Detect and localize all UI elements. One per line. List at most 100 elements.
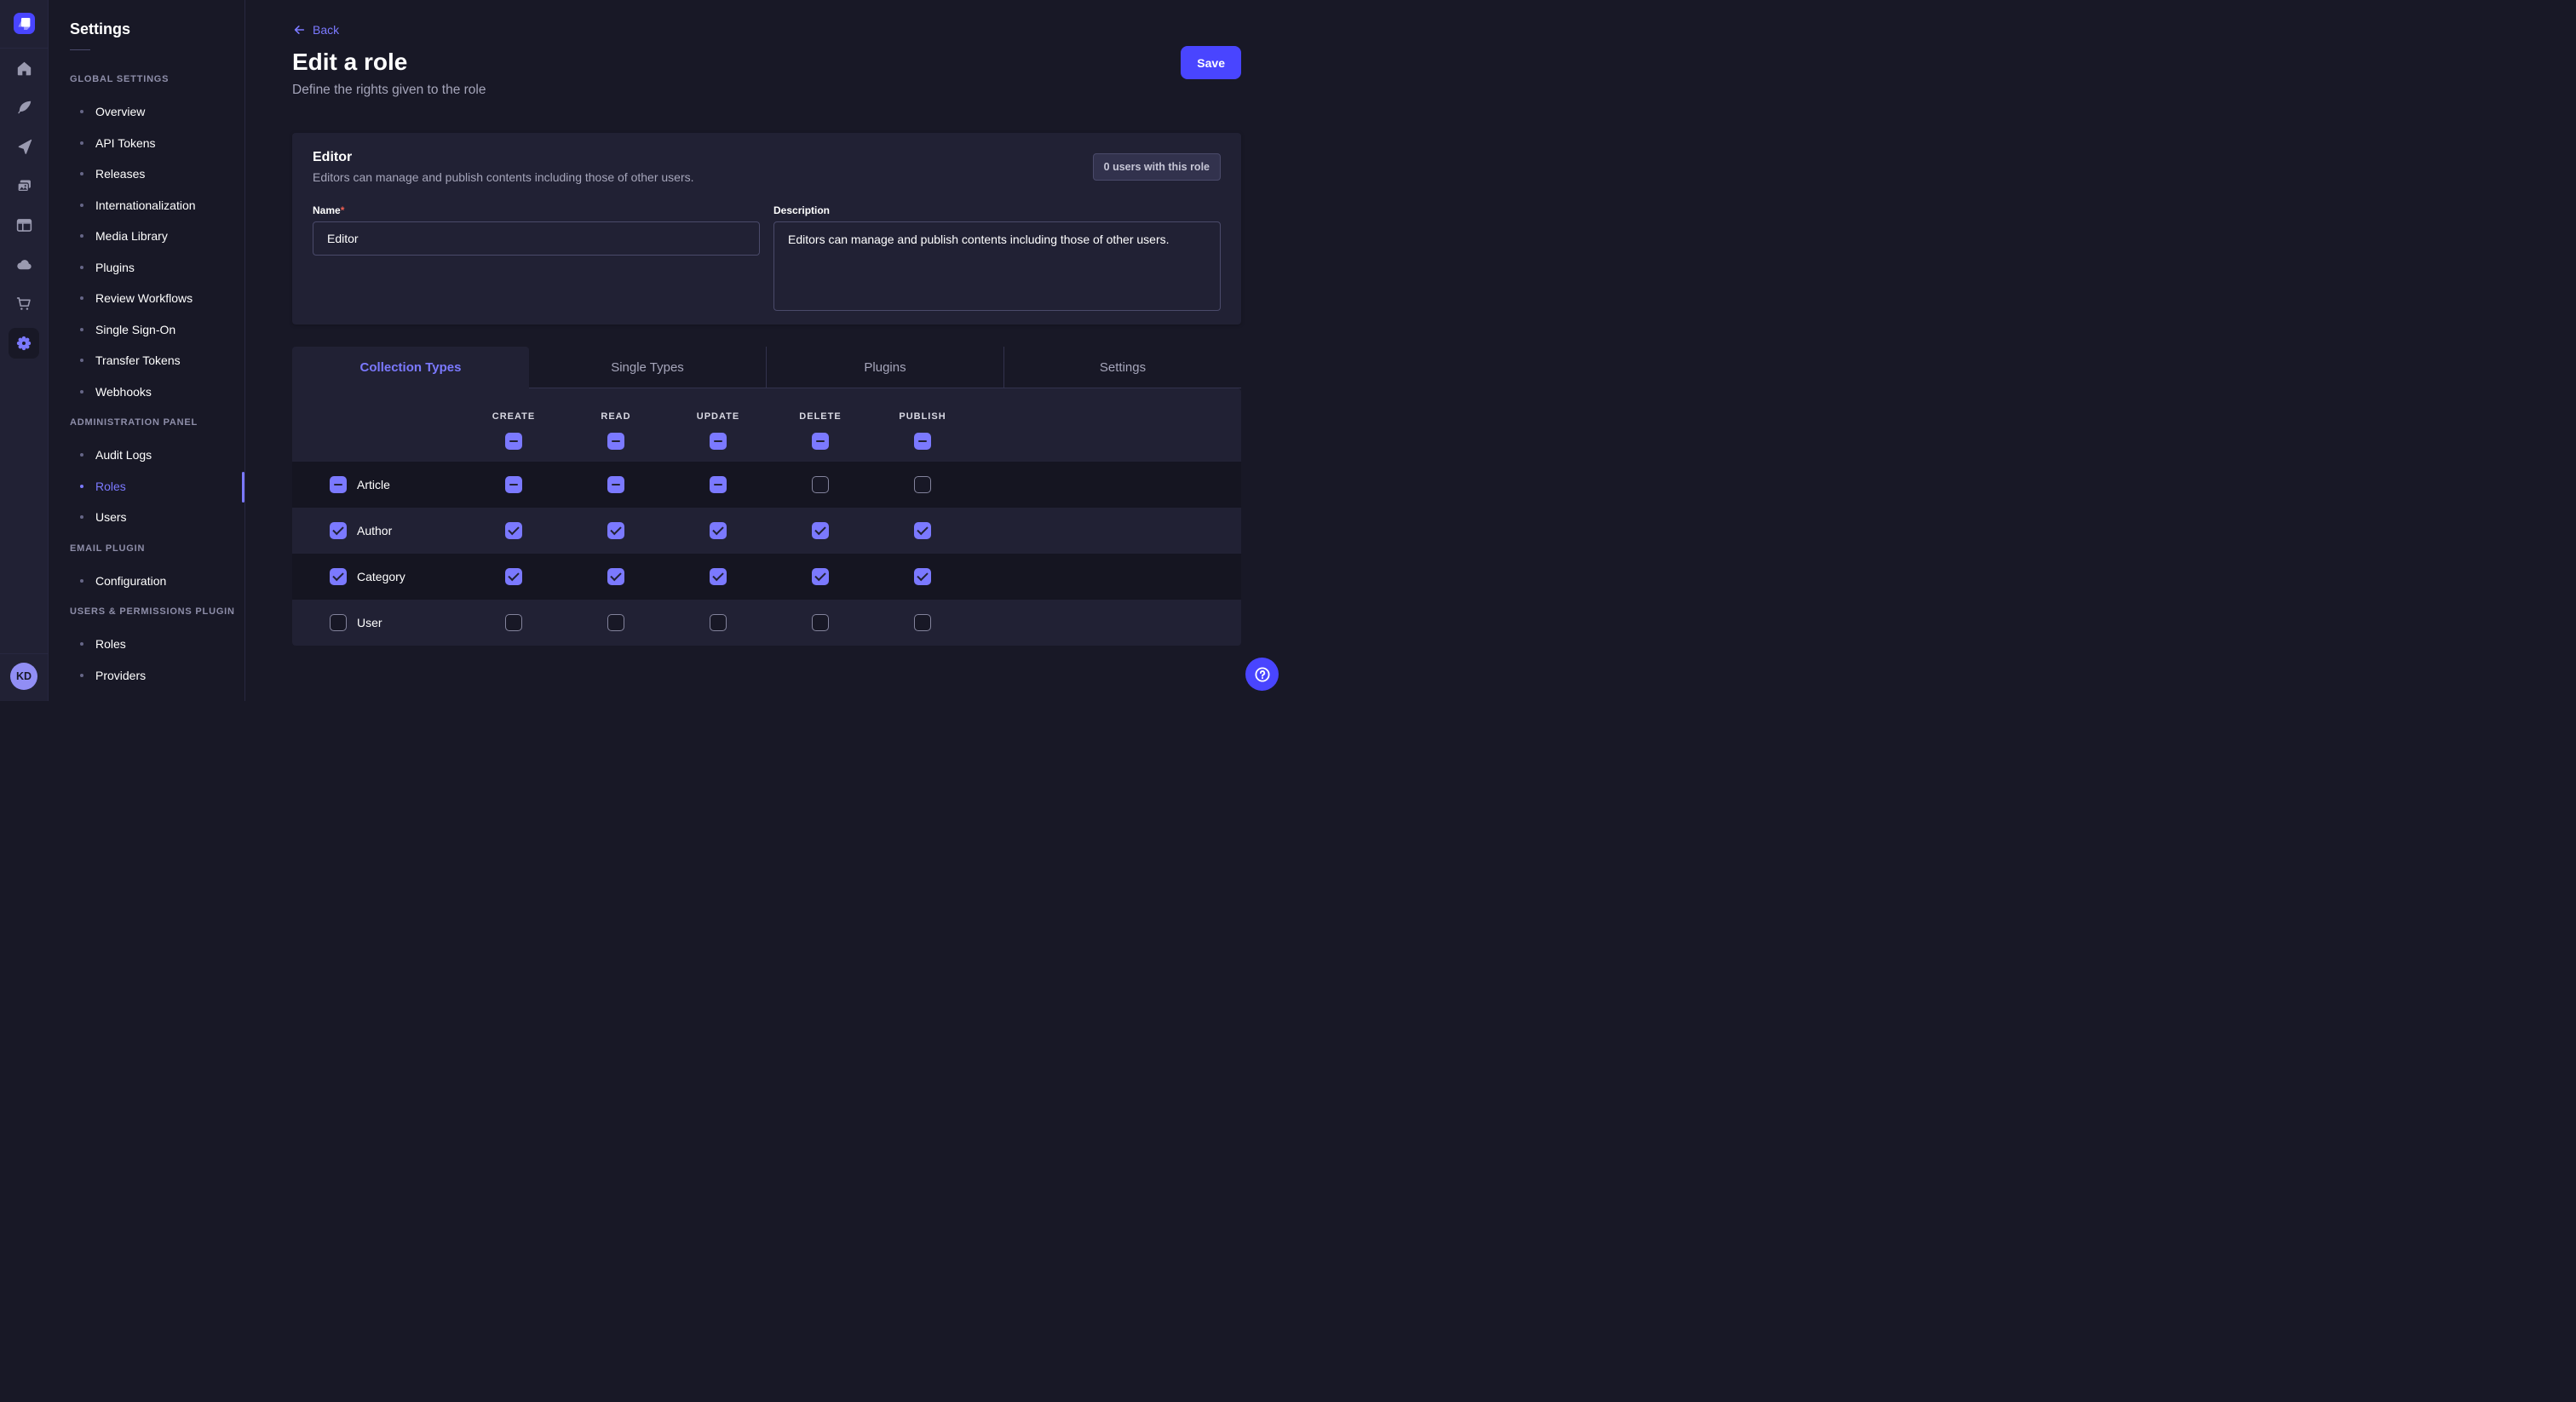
strapi-logo-icon [14, 13, 35, 34]
row-header: Category [292, 568, 463, 585]
sidebar-item-review-workflows[interactable]: Review Workflows [70, 283, 244, 314]
sidebar-item-releases[interactable]: Releases [70, 158, 244, 190]
save-button[interactable]: Save [1181, 46, 1241, 79]
feather-icon[interactable] [9, 88, 39, 127]
sidebar-item-media-library[interactable]: Media Library [70, 221, 244, 252]
active-item-indicator [242, 472, 244, 503]
layout-icon[interactable] [9, 205, 39, 244]
home-icon[interactable] [9, 49, 39, 88]
nav-bottom: KD [0, 653, 48, 701]
checkbox-article-publish[interactable] [914, 476, 931, 493]
name-input[interactable] [313, 221, 760, 256]
sidebar-item-audit-logs[interactable]: Audit Logs [70, 440, 244, 471]
sidebar-item-transfer-tokens[interactable]: Transfer Tokens [70, 345, 244, 376]
row-label: Category [357, 570, 405, 583]
spacer [292, 411, 463, 422]
help-icon [1253, 665, 1272, 684]
checkbox-author-publish[interactable] [914, 522, 931, 539]
select-row-author-checkbox[interactable] [330, 522, 347, 539]
row-label: Author [357, 524, 392, 537]
sidebar-item-webhooks[interactable]: Webhooks [70, 376, 244, 408]
select-row-category-checkbox[interactable] [330, 568, 347, 585]
checkbox-cell [463, 568, 565, 585]
select-all-create-checkbox[interactable] [505, 433, 522, 450]
sidebar-item-users[interactable]: Users [70, 502, 244, 533]
divider [0, 653, 49, 654]
checkbox-category-delete[interactable] [812, 568, 829, 585]
help-button[interactable] [1245, 658, 1279, 691]
checkbox-category-publish[interactable] [914, 568, 931, 585]
checkbox-user-read[interactable] [607, 614, 624, 631]
subnav-title: Settings [70, 20, 244, 38]
permissions-tabs: Collection TypesSingle TypesPluginsSetti… [292, 347, 1241, 388]
strapi-logo[interactable] [14, 13, 35, 34]
sidebar-item-providers[interactable]: Providers [70, 660, 244, 692]
checkbox-author-update[interactable] [710, 522, 727, 539]
marketplace-cart-icon[interactable] [9, 284, 39, 323]
checkbox-cell [667, 476, 769, 493]
sidebar-item-api-tokens[interactable]: API Tokens [70, 128, 244, 159]
sidebar-item-overview[interactable]: Overview [70, 96, 244, 128]
select-row-article-checkbox[interactable] [330, 476, 347, 493]
checkbox-author-delete[interactable] [812, 522, 829, 539]
checkbox-user-update[interactable] [710, 614, 727, 631]
send-icon[interactable] [9, 127, 39, 166]
select-all-publish-checkbox[interactable] [914, 433, 931, 450]
app-root: KD Settings GLOBAL SETTINGSOverviewAPI T… [0, 0, 1288, 701]
select-all-update-checkbox[interactable] [710, 433, 727, 450]
sidebar-item-label: Roles [95, 637, 126, 651]
sidebar-item-configuration[interactable]: Configuration [70, 566, 244, 597]
name-field-group: Name* [313, 203, 760, 311]
checkbox-author-create[interactable] [505, 522, 522, 539]
select-row-user-checkbox[interactable] [330, 614, 347, 631]
role-description-text: Editors can manage and publish contents … [313, 170, 694, 184]
avatar[interactable]: KD [10, 663, 37, 690]
checkbox-article-update[interactable] [710, 476, 727, 493]
page-subtitle: Define the rights given to the role [292, 83, 1241, 98]
sidebar-item-label: Single Sign-On [95, 323, 175, 336]
checkbox-article-create[interactable] [505, 476, 522, 493]
tab-settings[interactable]: Settings [1003, 347, 1241, 388]
cloud-icon[interactable] [9, 244, 39, 284]
checkbox-category-read[interactable] [607, 568, 624, 585]
section-items: Roles Providers [70, 629, 244, 691]
checkbox-cell [463, 476, 565, 493]
sidebar-item-internationalization[interactable]: Internationalization [70, 190, 244, 221]
checkbox-article-delete[interactable] [812, 476, 829, 493]
tab-single-types[interactable]: Single Types [529, 347, 766, 388]
checkbox-author-read[interactable] [607, 522, 624, 539]
column-header-read: READ [565, 411, 667, 422]
checkbox-category-create[interactable] [505, 568, 522, 585]
description-input[interactable]: Editors can manage and publish contents … [773, 221, 1221, 311]
checkbox-cell [667, 522, 769, 539]
back-link[interactable]: Back [292, 0, 339, 37]
media-library-icon[interactable] [9, 166, 39, 205]
checkbox-user-create[interactable] [505, 614, 522, 631]
sidebar-item-single-sign-on[interactable]: Single Sign-On [70, 314, 244, 346]
sidebar-item-plugins[interactable]: Plugins [70, 252, 244, 284]
tab-collection-types[interactable]: Collection Types [292, 347, 529, 388]
checkbox-cell [565, 476, 667, 493]
checkbox-cell [769, 568, 871, 585]
sidebar-item-roles[interactable]: Roles [70, 629, 244, 660]
checkbox-article-read[interactable] [607, 476, 624, 493]
settings-gear-icon[interactable] [9, 328, 39, 359]
row-header: Author [292, 522, 463, 539]
checkbox-cell [769, 614, 871, 631]
select-all-delete-checkbox[interactable] [812, 433, 829, 450]
sidebar-item-roles[interactable]: Roles [70, 471, 244, 503]
role-title: Editor [313, 150, 694, 165]
select-all-read-checkbox[interactable] [607, 433, 624, 450]
checkbox-user-delete[interactable] [812, 614, 829, 631]
sidebar-item-label: Users [95, 510, 127, 524]
permissions-table: CREATEREADUPDATEDELETEPUBLISH ArticleAut… [292, 388, 1241, 646]
checkbox-category-update[interactable] [710, 568, 727, 585]
checkbox-cell [667, 614, 769, 631]
sidebar-item-label: API Tokens [95, 136, 156, 150]
tab-plugins[interactable]: Plugins [766, 347, 1003, 388]
checkbox-cell [769, 476, 871, 493]
checkbox-cell [871, 476, 974, 493]
checkbox-user-publish[interactable] [914, 614, 931, 631]
checkbox-cell [667, 568, 769, 585]
section-items: Overview API Tokens ReleasesInternationali… [70, 96, 244, 407]
